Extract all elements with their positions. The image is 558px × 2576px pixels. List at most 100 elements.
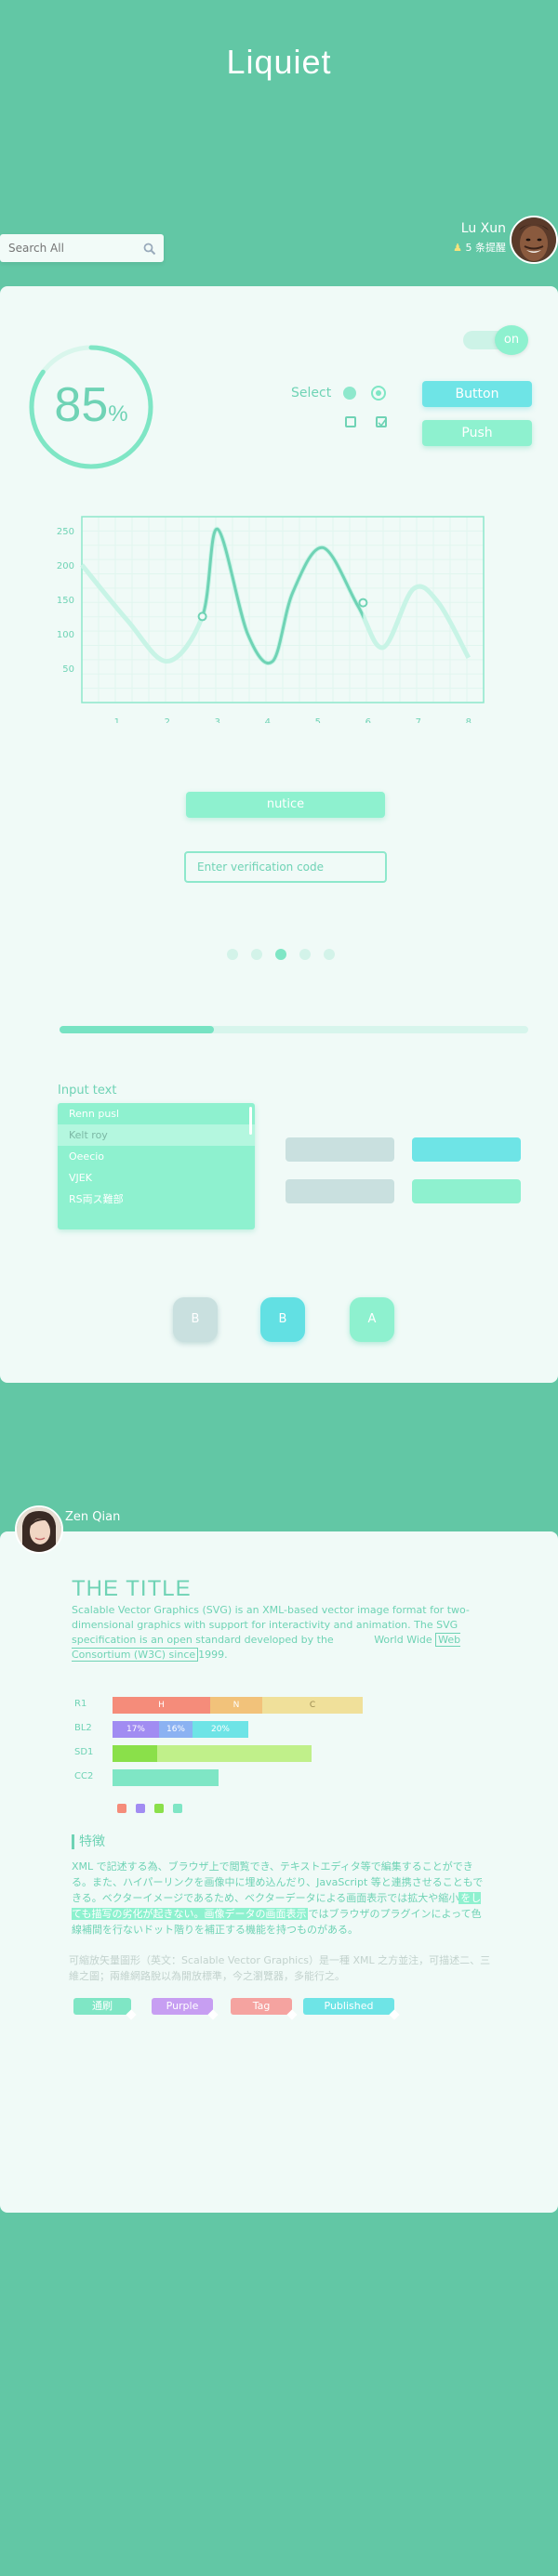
x-tick-label: 6 bbox=[365, 717, 371, 723]
avatar[interactable] bbox=[15, 1505, 63, 1554]
bar-segment bbox=[157, 1745, 312, 1762]
line-series-faded bbox=[80, 526, 471, 665]
option-list[interactable]: Renn pusl Kelt roy Oeecio VJEK RS両ス難部 bbox=[58, 1103, 255, 1229]
progress-ring-label: 85% bbox=[26, 377, 156, 433]
y-tick-label: 100 bbox=[57, 630, 74, 640]
bar-segment: 16% bbox=[159, 1721, 193, 1738]
button-primary[interactable]: Button bbox=[422, 381, 532, 407]
article-paragraph: Scalable Vector Graphics (SVG) is an XML… bbox=[72, 1603, 473, 1663]
carousel-dot[interactable] bbox=[324, 949, 335, 960]
placeholder-block-gray[interactable] bbox=[286, 1137, 394, 1162]
paragraph-text: XML で記述する為、ブラウザ上で閲覧でき、テキストエディタ等で編集することがで… bbox=[72, 1860, 484, 1904]
carousel-dot[interactable] bbox=[227, 949, 238, 960]
bell-icon: ♟ bbox=[453, 242, 462, 254]
checkbox-unchecked[interactable] bbox=[345, 416, 356, 427]
list-item[interactable]: VJEK bbox=[58, 1167, 255, 1189]
progress-ring-value: 85 bbox=[54, 378, 109, 432]
verification-field[interactable] bbox=[184, 851, 387, 883]
paragraph-end: 1999. bbox=[198, 1649, 228, 1661]
legend-swatch bbox=[136, 1804, 145, 1813]
list-item-selected[interactable]: Kelt roy bbox=[58, 1124, 255, 1146]
toggle-switch[interactable]: on bbox=[463, 325, 530, 355]
app-title: Liquiet bbox=[226, 43, 332, 81]
tag-green[interactable]: 通刷 bbox=[73, 1998, 137, 2020]
push-button[interactable]: Push bbox=[422, 420, 532, 446]
data-point-marker bbox=[197, 611, 207, 622]
bar-row-label: BL2 bbox=[74, 1723, 92, 1733]
square-button-gray[interactable]: B bbox=[173, 1297, 218, 1342]
article-title: THE TITLE bbox=[72, 1576, 192, 1601]
x-tick-label: 7 bbox=[416, 717, 421, 723]
list-item[interactable]: Renn pusl bbox=[58, 1103, 255, 1124]
progress-bar bbox=[60, 1026, 528, 1033]
notification-status[interactable]: ♟ 5 条提醒 bbox=[453, 240, 506, 255]
avatar[interactable] bbox=[510, 216, 558, 264]
search-bar[interactable] bbox=[0, 234, 164, 262]
muted-paragraph: 可縮放矢量圖形（英文：Scalable Vector Graphics）是一種 … bbox=[69, 1954, 491, 1982]
checkbox-checked[interactable] bbox=[376, 416, 387, 427]
y-tick-label: 200 bbox=[57, 561, 74, 572]
placeholder-block-gray[interactable] bbox=[286, 1179, 394, 1203]
placeholder-block-cyan[interactable] bbox=[412, 1137, 521, 1162]
section-title: 特徴 bbox=[72, 1834, 105, 1849]
carousel-dot-active[interactable] bbox=[275, 949, 286, 960]
tag-label: Published bbox=[324, 2000, 374, 2012]
square-button-cyan[interactable]: B bbox=[260, 1297, 305, 1342]
x-tick-label: 1 bbox=[114, 717, 120, 723]
bar-row-label: R1 bbox=[74, 1699, 87, 1709]
bar-segment bbox=[113, 1769, 219, 1786]
y-tick-label: 150 bbox=[57, 596, 74, 606]
tag-purple[interactable]: Purple bbox=[152, 1998, 219, 2020]
list-item[interactable]: Oeecio bbox=[58, 1146, 255, 1167]
list-item[interactable]: RS両ス難部 bbox=[58, 1189, 255, 1210]
y-tick-label: 50 bbox=[62, 664, 74, 675]
carousel-dot[interactable] bbox=[251, 949, 262, 960]
x-tick-label: 3 bbox=[215, 717, 220, 723]
radio-unchecked[interactable] bbox=[343, 387, 356, 400]
tag-label: Purple bbox=[166, 2000, 199, 2012]
x-tick-label: 5 bbox=[315, 717, 321, 723]
user-name: Zen Qian bbox=[65, 1510, 121, 1524]
search-input[interactable] bbox=[0, 234, 140, 262]
link-tail[interactable]: World Wide bbox=[374, 1634, 432, 1646]
line-chart: 50 100 150 200 250 1 2 3 4 5 6 7 8 bbox=[57, 516, 485, 723]
toggle-knob: on bbox=[495, 325, 528, 355]
bar-segment: H bbox=[113, 1697, 210, 1714]
legend-swatch bbox=[154, 1804, 164, 1813]
search-icon[interactable] bbox=[143, 242, 156, 259]
placeholder-block-green[interactable] bbox=[412, 1179, 521, 1203]
list-scrollbar[interactable] bbox=[249, 1107, 252, 1135]
bar-segment: C bbox=[262, 1697, 363, 1714]
x-tick-label: 4 bbox=[265, 717, 271, 723]
y-tick-label: 250 bbox=[57, 527, 74, 537]
progress-ring: 85% bbox=[26, 342, 156, 472]
features-paragraph: XML で記述する為、ブラウザ上で閲覧でき、テキストエディタ等で編集することがで… bbox=[72, 1859, 485, 1938]
notice-button[interactable]: nutice bbox=[186, 792, 385, 818]
bar-row-label: SD1 bbox=[74, 1747, 94, 1757]
verification-input[interactable] bbox=[186, 853, 385, 881]
bar-segment bbox=[113, 1745, 157, 1762]
legend-swatch bbox=[117, 1804, 126, 1813]
tag-cyan[interactable]: Published bbox=[303, 1998, 400, 2020]
bar-segment: N bbox=[210, 1697, 262, 1714]
tag-red[interactable]: Tag bbox=[231, 1998, 298, 2020]
x-tick-label: 2 bbox=[165, 717, 170, 723]
bar-row-label: CC2 bbox=[74, 1771, 94, 1781]
radio-checked[interactable] bbox=[371, 386, 386, 401]
user-name: Lu Xun bbox=[460, 221, 506, 236]
legend-swatch bbox=[173, 1804, 182, 1813]
input-label: Input text bbox=[58, 1084, 117, 1097]
user-profile[interactable]: Lu Xun ♟ 5 条提醒 bbox=[418, 216, 558, 264]
carousel-dot[interactable] bbox=[299, 949, 311, 960]
x-tick-label: 8 bbox=[466, 717, 472, 723]
square-button-green[interactable]: A bbox=[350, 1297, 394, 1342]
progress-bar-fill bbox=[60, 1026, 215, 1033]
data-point-marker bbox=[358, 598, 368, 608]
bar-segment: 20% bbox=[193, 1721, 248, 1738]
progress-ring-unit: % bbox=[108, 401, 128, 427]
tag-label: 通刷 bbox=[92, 2000, 113, 2012]
notification-count: 5 条提醒 bbox=[465, 242, 507, 254]
bar-segment: 17% bbox=[113, 1721, 159, 1738]
tag-label: Tag bbox=[252, 2000, 271, 2012]
select-label: Select bbox=[291, 386, 332, 401]
